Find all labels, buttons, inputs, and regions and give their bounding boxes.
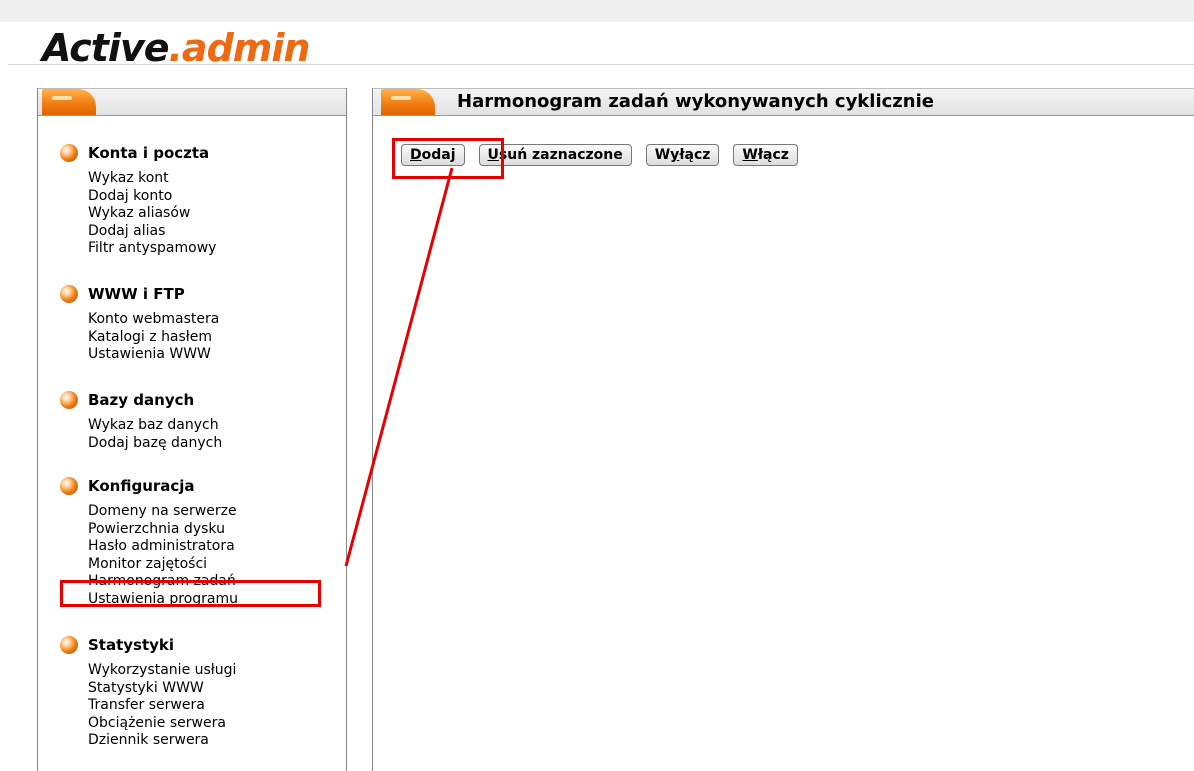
sidebar-link-add-database[interactable]: Dodaj bazę danych [88, 435, 222, 453]
highlight-box-scheduler-link [60, 580, 321, 607]
orange-ball-icon [60, 144, 78, 162]
top-strip [0, 0, 1194, 22]
sidebar-link-webmaster-account[interactable]: Konto webmastera [88, 311, 219, 329]
orange-ball-icon [60, 285, 78, 303]
main-tab-badge-icon [381, 89, 435, 115]
delete-button-rest: suń zaznaczone [498, 147, 623, 163]
enable-button[interactable]: Włącz [733, 144, 798, 166]
header-divider [8, 64, 1194, 65]
sidebar-link-disk-space[interactable]: Powierzchnia dysku [88, 521, 238, 539]
sidebar-link-server-transfer[interactable]: Transfer serwera [88, 697, 236, 715]
orange-ball-icon [60, 391, 78, 409]
sidebar-link-server-log[interactable]: Dziennik serwera [88, 732, 236, 750]
sidebar: Konta i poczta Wykaz kont Dodaj konto Wy… [37, 88, 347, 771]
sidebar-link-www-stats[interactable]: Statystyki WWW [88, 680, 236, 698]
sidebar-link-www-settings[interactable]: Ustawienia WWW [88, 346, 219, 364]
sidebar-link-server-load[interactable]: Obciążenie serwera [88, 715, 236, 733]
sidebar-section-statistics: Statystyki Wykorzystanie usługi Statysty… [60, 634, 236, 750]
sidebar-header [38, 88, 346, 116]
sidebar-link-add-alias[interactable]: Dodaj alias [88, 223, 216, 241]
highlight-box-add-button [392, 138, 504, 179]
sidebar-link-service-usage[interactable]: Wykorzystanie usługi [88, 662, 236, 680]
section-title: Bazy danych [88, 391, 195, 409]
section-title: Statystyki [88, 636, 175, 654]
sidebar-link-password-dirs[interactable]: Katalogi z hasłem [88, 329, 219, 347]
sidebar-section-accounts: Konta i poczta Wykaz kont Dodaj konto Wy… [60, 142, 216, 258]
section-title: WWW i FTP [88, 285, 185, 303]
sidebar-link-alias-list[interactable]: Wykaz aliasów [88, 205, 216, 223]
sidebar-link-spam-filter[interactable]: Filtr antyspamowy [88, 240, 216, 258]
orange-ball-icon [60, 477, 78, 495]
sidebar-link-server-domains[interactable]: Domeny na serwerze [88, 503, 238, 521]
sidebar-link-account-list[interactable]: Wykaz kont [88, 170, 216, 188]
enable-button-rest: łącz [757, 147, 789, 163]
main-header: Harmonogram zadań wykonywanych cykliczni… [373, 88, 1194, 116]
sidebar-section-databases: Bazy danych Wykaz baz danych Dodaj bazę … [60, 389, 222, 452]
sidebar-tab-badge-icon [42, 89, 96, 115]
orange-ball-icon [60, 636, 78, 654]
sidebar-link-admin-password[interactable]: Hasło administratora [88, 538, 238, 556]
sidebar-link-database-list[interactable]: Wykaz baz danych [88, 417, 222, 435]
disable-button[interactable]: Wyłącz [645, 144, 720, 166]
main-panel: Harmonogram zadań wykonywanych cykliczni… [372, 88, 1194, 771]
section-title: Konfiguracja [88, 477, 195, 495]
sidebar-section-www-ftp: WWW i FTP Konto webmastera Katalogi z ha… [60, 283, 219, 364]
sidebar-link-add-account[interactable]: Dodaj konto [88, 188, 216, 206]
sidebar-link-usage-monitor[interactable]: Monitor zajętości [88, 556, 238, 574]
section-title: Konta i poczta [88, 144, 210, 162]
disable-button-rest: łącz [679, 147, 711, 163]
disable-button-prefix: W [654, 147, 671, 163]
page-title: Harmonogram zadań wykonywanych cykliczni… [457, 91, 934, 112]
